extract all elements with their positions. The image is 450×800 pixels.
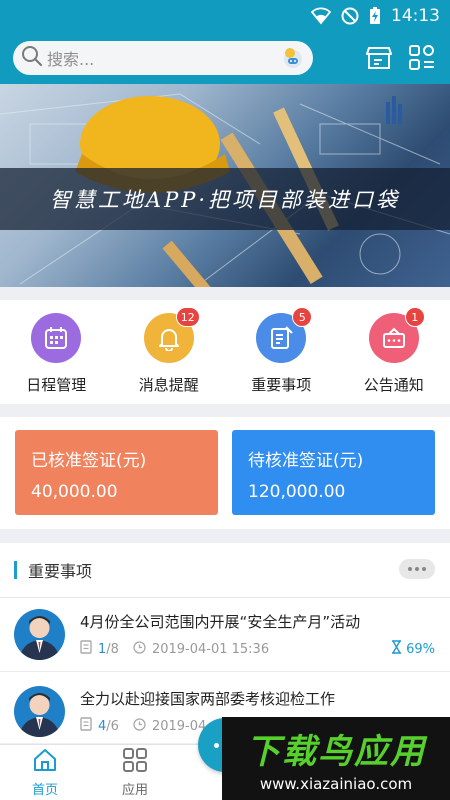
item-meta: 1/8 2019-04-01 15:36 [80, 640, 269, 658]
tab-apps[interactable]: 应用 [90, 745, 180, 800]
voice-assistant-icon[interactable] [279, 44, 307, 72]
section-title: 重要事项 [28, 562, 93, 581]
calendar-icon [31, 313, 82, 363]
approved-visa-card[interactable]: 已核准签证(元) 40,000.00 [15, 430, 218, 515]
row-divider [0, 671, 450, 672]
search-placeholder: 搜索... [47, 50, 95, 69]
total-count: /8 [106, 641, 119, 657]
task-icon [80, 717, 92, 735]
progress-text: 69% [406, 641, 435, 657]
document-icon: 5 [256, 307, 313, 363]
menu-label: 重要事项 [251, 376, 312, 394]
clock-icon [133, 640, 146, 658]
do-not-disturb-icon [341, 7, 359, 25]
search-icon [21, 45, 43, 71]
menu-label: 公告通知 [363, 376, 424, 394]
banner-title: 智慧工地APP·把项目部装进口袋 [49, 188, 401, 212]
grid-icon [122, 748, 148, 776]
hourglass-icon [391, 640, 402, 658]
menu-important[interactable]: 5 重要事项 [225, 300, 338, 404]
menu-messages[interactable]: 12 消息提醒 [113, 300, 226, 404]
pending-visa-card[interactable]: 待核准签证(元) 120,000.00 [232, 430, 435, 515]
battery-charging-icon [369, 7, 381, 25]
watermark-url: www.xiazainiao.com [259, 775, 413, 793]
item-title: 全力以赴迎接国家两部委考核迎检工作 [80, 690, 336, 708]
status-bar: 14:13 [0, 0, 450, 32]
status-time: 14:13 [391, 6, 440, 26]
search-input[interactable]: 搜索... [13, 41, 313, 75]
progress-value: 69% [391, 640, 435, 658]
list-item[interactable]: 4月份全公司范围内开展“安全生产月”活动 1/8 2019-04-01 15:3… [0, 599, 450, 674]
item-date: 2019-04 [151, 718, 207, 734]
card-label: 待核准签证(元) [248, 451, 364, 471]
total-count: /6 [106, 718, 119, 734]
tab-label: 应用 [121, 783, 148, 798]
tab-label: 首页 [31, 783, 58, 798]
avatar [14, 686, 65, 737]
banner-caption: 智慧工地APP·把项目部装进口袋 [0, 168, 450, 230]
wifi-icon [311, 7, 331, 25]
tab-home[interactable]: 首页 [0, 745, 90, 800]
top-header: 搜索... [0, 32, 450, 84]
item-date: 2019-04-01 15:36 [151, 641, 270, 657]
bell-icon: 12 [143, 307, 200, 363]
section-accent-bar [14, 561, 17, 579]
menu-schedule[interactable]: 日程管理 [0, 300, 113, 404]
apps-grid-icon[interactable] [405, 41, 439, 75]
watermark: 下载鸟应用 www.xiazainiao.com [222, 717, 450, 800]
visa-summary: 已核准签证(元) 40,000.00 待核准签证(元) 120,000.00 [0, 417, 450, 529]
card-value: 120,000.00 [248, 482, 346, 502]
clock-icon [133, 717, 146, 735]
card-value: 40,000.00 [31, 482, 118, 502]
task-icon [80, 640, 92, 658]
menu-label: 日程管理 [26, 376, 87, 394]
store-icon[interactable] [362, 41, 396, 75]
menu-label: 消息提醒 [138, 376, 199, 394]
banner-image[interactable]: 智慧工地APP·把项目部装进口袋 [0, 84, 450, 287]
watermark-logo: 下载鸟应用 [246, 732, 426, 772]
avatar [14, 609, 65, 660]
home-icon [32, 748, 58, 776]
card-label: 已核准签证(元) [31, 451, 147, 471]
unread-badge: 12 [175, 307, 200, 327]
megaphone-icon: 1 [368, 307, 425, 363]
more-button[interactable] [399, 559, 435, 579]
quick-menu: 日程管理 12 消息提醒 5 重要事项 1 公告通知 [0, 300, 450, 404]
item-title: 4月份全公司范围内开展“安全生产月”活动 [80, 613, 361, 631]
unread-badge: 5 [292, 307, 313, 327]
unread-badge: 1 [404, 307, 425, 327]
item-meta: 4/6 2019-04 [80, 717, 206, 735]
section-header: 重要事项 [0, 543, 450, 598]
menu-announcements[interactable]: 1 公告通知 [338, 300, 450, 404]
